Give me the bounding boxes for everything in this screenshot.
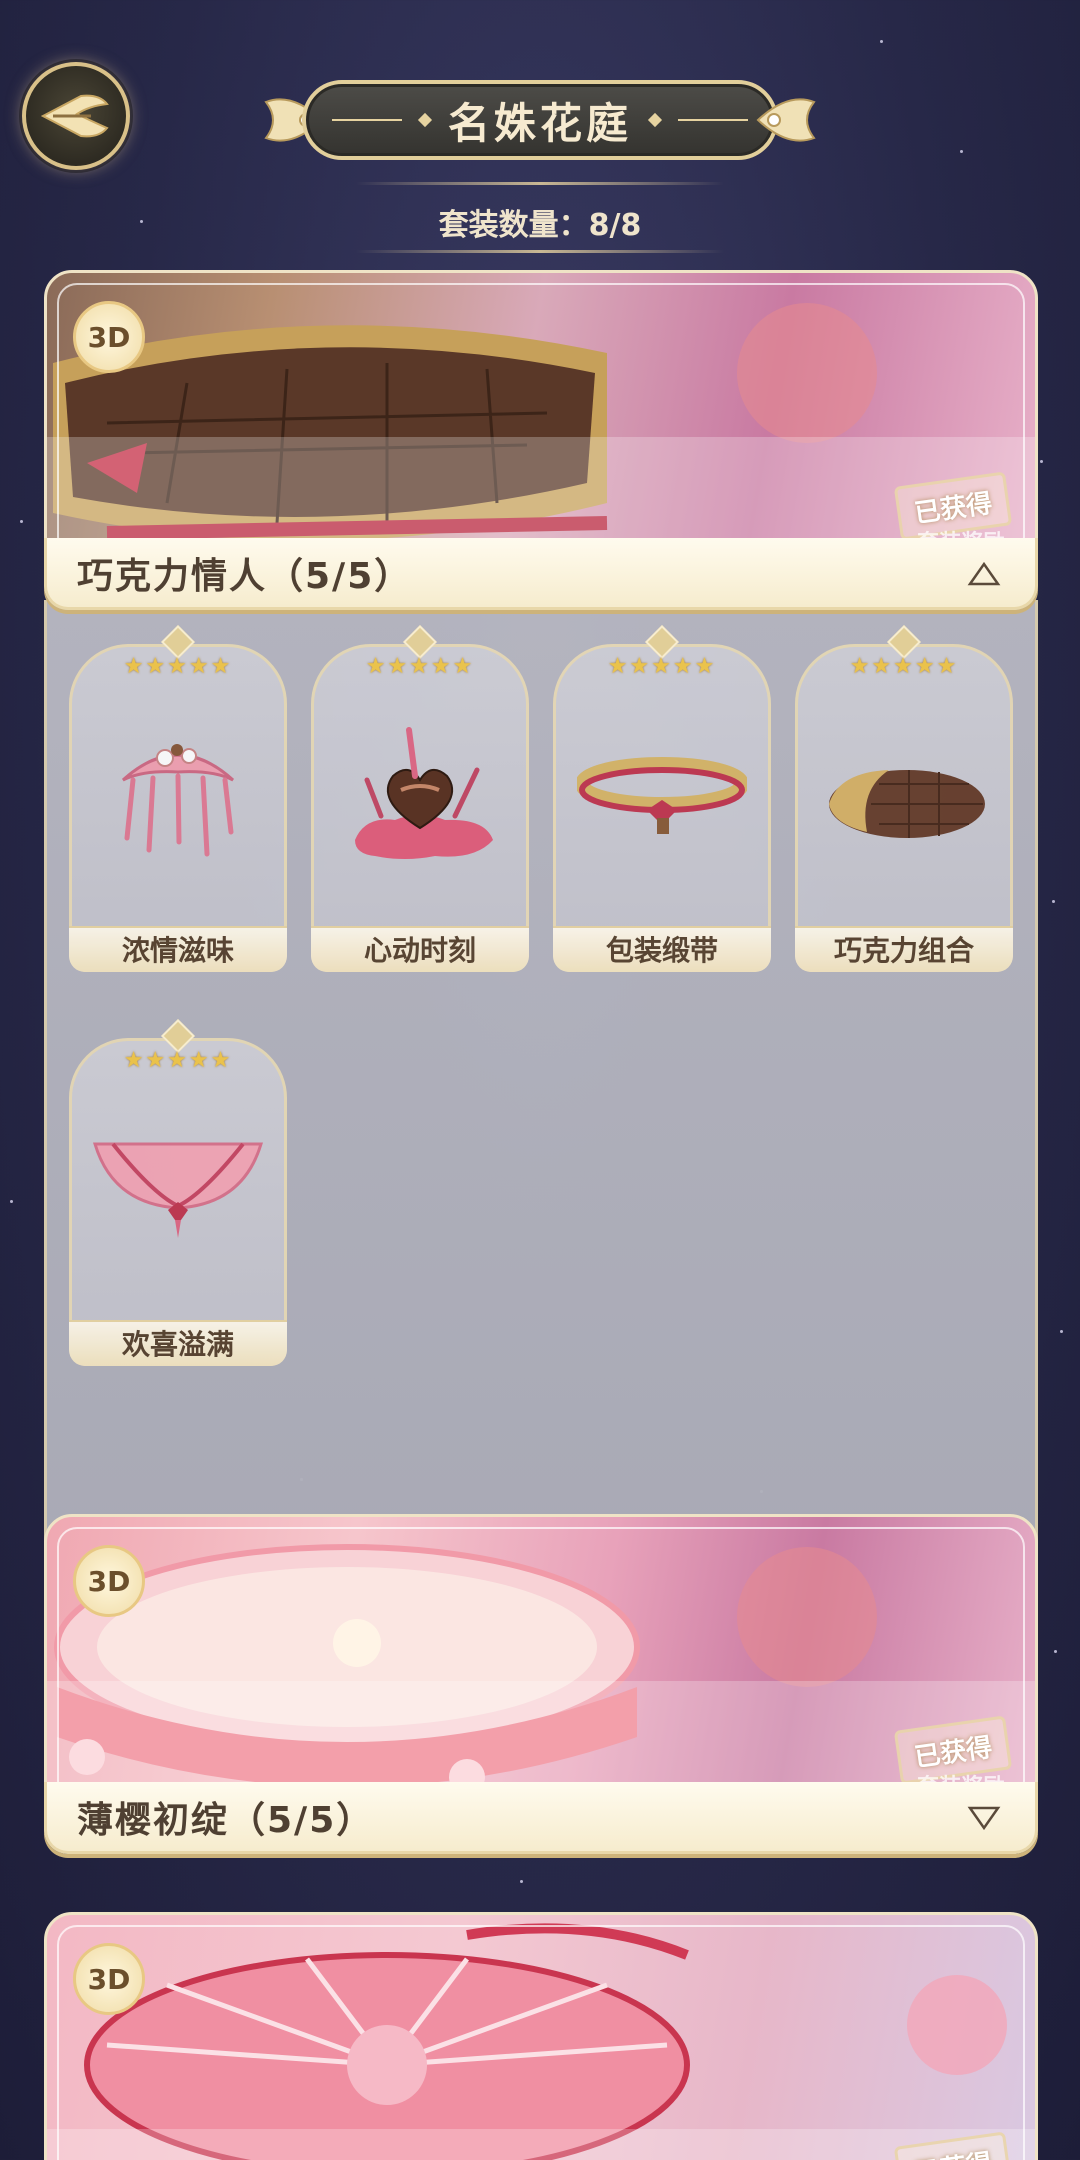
3d-view-badge[interactable]: 3D [73, 1943, 145, 2015]
chocolate-heart-icon [355, 727, 493, 859]
collapse-triangle-up-icon[interactable] [967, 560, 1001, 588]
back-button[interactable] [22, 62, 130, 170]
suit-banner[interactable]: 3D 已获得 套装奖励 [44, 270, 1038, 570]
title-ornament-right-icon [756, 98, 816, 142]
item-name: 包装缎带 [553, 926, 771, 972]
suit-count: 套装数量：8/8 [438, 208, 642, 243]
item-name: 浓情滋味 [69, 926, 287, 972]
item-stars: ★★★★★ [607, 654, 717, 679]
suit-banner[interactable]: 3D 已获得 [44, 1912, 1038, 2160]
item-card[interactable]: ★★★★★ 心动时刻 [311, 625, 529, 972]
page-title: 名姝花庭 [447, 98, 632, 148]
expand-triangle-down-icon[interactable] [967, 1804, 1001, 1832]
title-diamond-left [417, 112, 433, 128]
suit-name: 巧克力情人（5/5） [77, 555, 413, 597]
item-name: 欢喜溢满 [69, 1320, 287, 1366]
item-stars: ★★★★★ [849, 654, 959, 679]
pink-curtain-icon [93, 1142, 263, 1238]
item-name: 心动时刻 [311, 926, 529, 972]
item-name: 巧克力组合 [795, 926, 1013, 972]
3d-view-badge[interactable]: 3D [73, 301, 145, 373]
ribbon-band-icon [577, 757, 747, 834]
item-stars: ★★★★★ [123, 654, 233, 679]
item-card[interactable]: ★★★★★ 浓情滋味 [69, 625, 287, 972]
chocolate-floor-icon [829, 770, 985, 838]
title-banner: 名姝花庭 [262, 80, 818, 160]
suit-banner[interactable]: 3D 已获得 套装奖励 [44, 1514, 1038, 1814]
count-rule-top [356, 182, 724, 185]
title-rule-left [331, 119, 402, 121]
item-stars: ★★★★★ [365, 654, 475, 679]
title-diamond-right [647, 112, 663, 128]
banner-frame [57, 1527, 1025, 1801]
item-stars: ★★★★★ [123, 1048, 233, 1073]
item-card[interactable]: ★★★★★ 巧克力组合 [795, 625, 1013, 972]
item-card[interactable]: ★★★★★ 包装缎带 [553, 625, 771, 972]
headdress-icon [121, 744, 235, 857]
banner-frame [57, 283, 1025, 557]
suit-name-bar[interactable]: 巧克力情人（5/5） [44, 538, 1038, 610]
count-rule-bottom [356, 250, 724, 253]
3d-view-badge[interactable]: 3D [73, 1545, 145, 1617]
suit-name: 薄樱初绽（5/5） [77, 1799, 375, 1841]
item-card[interactable]: ★★★★★ 欢喜溢满 [69, 1019, 287, 1366]
suit-name-bar[interactable]: 薄樱初绽（5/5） [44, 1782, 1038, 1854]
title-rule-right [678, 119, 748, 121]
back-wing-icon [41, 94, 109, 138]
banner-frame [57, 1925, 1025, 2160]
